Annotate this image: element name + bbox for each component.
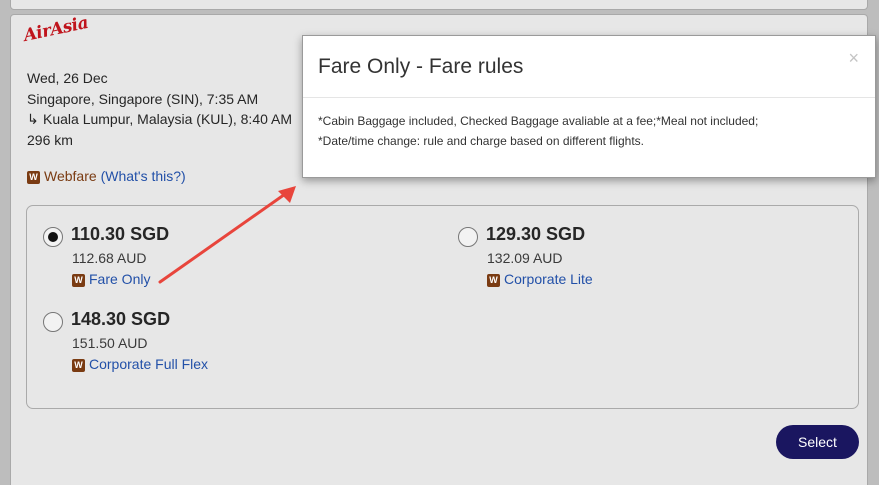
- fare-name-label[interactable]: Corporate Lite: [504, 271, 593, 287]
- webfare-row: W Webfare (What's this?): [27, 168, 186, 184]
- flight-distance: 296 km: [27, 132, 73, 148]
- fare-price: 110.30 SGD: [71, 224, 170, 244]
- fare-alt-price: 112.68 AUD: [72, 250, 147, 266]
- fare-rules-modal: Fare Only - Fare rules × *Cabin Baggage …: [302, 35, 876, 178]
- fare-options-panel: 110.30 SGD 112.68 AUD W Fare Only 129.30 …: [26, 205, 859, 409]
- fare-rule-line: *Date/time change: rule and charge based…: [318, 134, 644, 148]
- fare-radio[interactable]: [458, 227, 478, 247]
- modal-body: *Cabin Baggage included, Checked Baggage…: [318, 111, 866, 151]
- webfare-badge-icon: W: [72, 359, 85, 372]
- fare-option-corporate-full-flex[interactable]: 148.30 SGD 151.50 AUD W Corporate Full Fl…: [43, 309, 423, 379]
- fare-name-link[interactable]: W Fare Only: [72, 271, 150, 287]
- departure-info: Singapore, Singapore (SIN), 7:35 AM: [27, 91, 259, 107]
- webfare-badge-icon: W: [27, 171, 40, 184]
- modal-header: Fare Only - Fare rules ×: [303, 36, 875, 98]
- turn-arrow-icon: ↳: [27, 111, 39, 127]
- fare-radio[interactable]: [43, 312, 63, 332]
- fare-price: 129.30 SGD: [486, 224, 586, 244]
- select-button[interactable]: Select: [776, 425, 859, 459]
- fare-option-corporate-lite[interactable]: 129.30 SGD 132.09 AUD W Corporate Lite: [458, 224, 838, 294]
- fare-alt-price: 132.09 AUD: [487, 250, 563, 266]
- fare-name-label[interactable]: Fare Only: [89, 271, 150, 287]
- fare-radio[interactable]: [43, 227, 63, 247]
- arrival-info: Kuala Lumpur, Malaysia (KUL), 8:40 AM: [43, 111, 293, 127]
- webfare-badge-icon: W: [487, 274, 500, 287]
- flight-date: Wed, 26 Dec: [27, 70, 108, 86]
- fare-name-link[interactable]: W Corporate Full Flex: [72, 356, 208, 372]
- fare-name-label[interactable]: Corporate Full Flex: [89, 356, 208, 372]
- fare-name-link[interactable]: W Corporate Lite: [487, 271, 593, 287]
- fare-option-fare-only[interactable]: 110.30 SGD 112.68 AUD W Fare Only: [43, 224, 423, 294]
- modal-title: Fare Only - Fare rules: [318, 55, 524, 78]
- whats-this-link[interactable]: (What's this?): [101, 168, 186, 184]
- fare-alt-price: 151.50 AUD: [72, 335, 148, 351]
- webfare-badge-icon: W: [72, 274, 85, 287]
- arrival-row: ↳ Kuala Lumpur, Malaysia (KUL), 8:40 AM: [27, 109, 292, 129]
- fare-price: 148.30 SGD: [71, 309, 171, 329]
- fare-rule-line: *Cabin Baggage included, Checked Baggage…: [318, 114, 759, 128]
- webfare-label: Webfare: [44, 168, 97, 184]
- close-icon[interactable]: ×: [848, 48, 859, 69]
- previous-flight-card: [10, 0, 868, 10]
